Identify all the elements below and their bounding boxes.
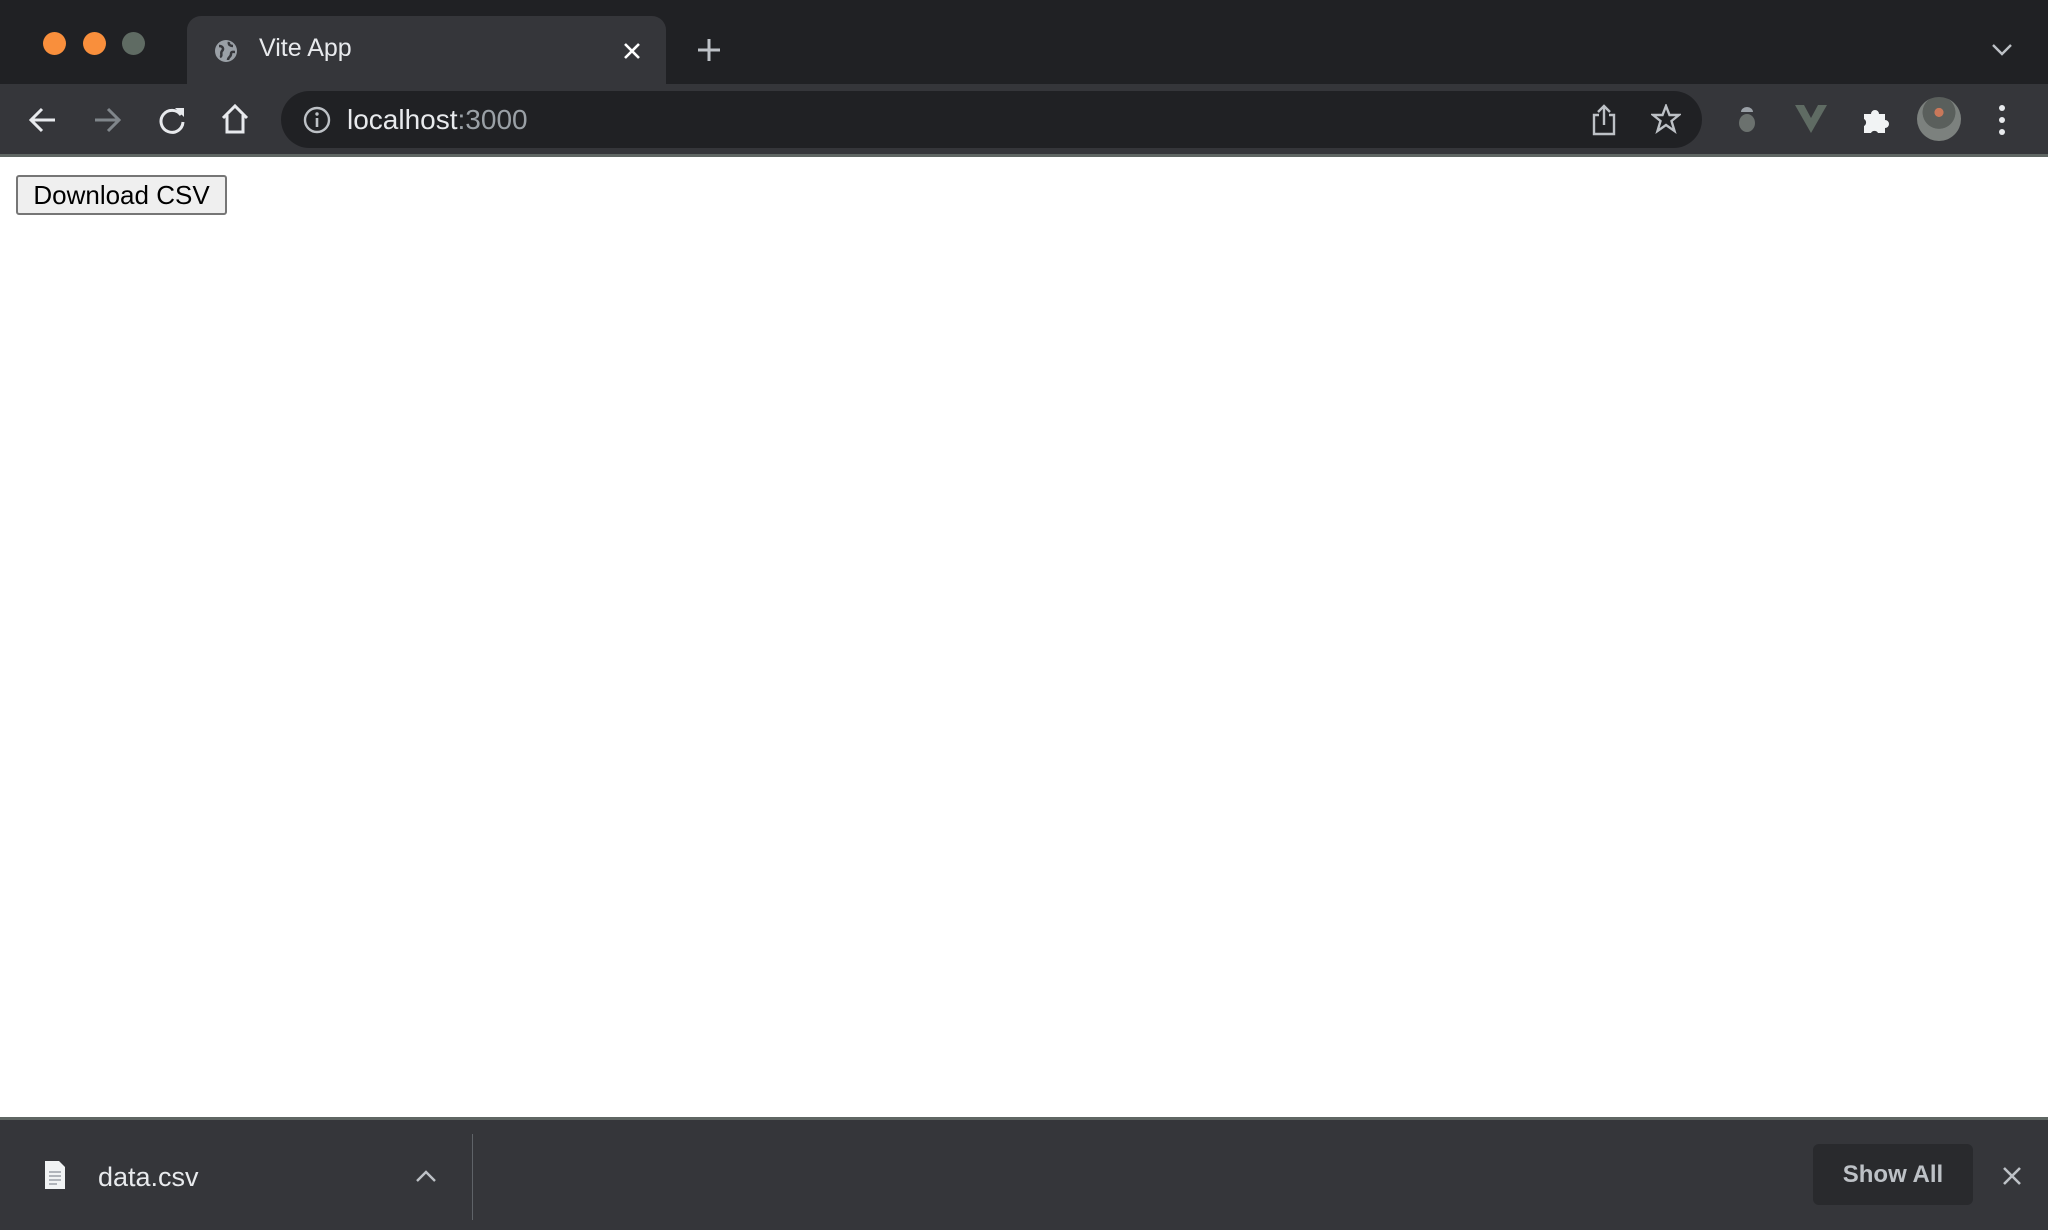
close-window-button[interactable] [43,32,66,55]
divider [472,1134,473,1220]
download-item[interactable]: data.csv [0,1120,472,1230]
share-icon[interactable] [1591,104,1617,136]
tab-title: Vite App [259,34,352,62]
download-shelf: data.csv Show All [0,1117,2048,1230]
vue-extension-icon[interactable] [1794,104,1828,134]
maximize-window-button[interactable] [122,32,145,55]
reload-icon[interactable] [157,105,187,135]
avatar[interactable] [1917,97,1961,141]
address-bar[interactable]: localhost:3000 [281,91,1702,148]
more-vert-icon[interactable] [1996,104,2008,136]
file-name: data.csv [98,1162,199,1192]
minimize-window-button[interactable] [83,32,106,55]
forward-arrow-icon[interactable] [93,106,121,134]
file-icon [45,1161,65,1189]
chevron-up-icon[interactable] [416,1170,436,1182]
new-tab-icon[interactable] [697,38,721,62]
toolbar: localhost:3000 [0,84,2048,157]
close-tab-icon[interactable] [623,42,641,60]
info-icon[interactable] [303,106,331,134]
bug-extension-icon[interactable] [1733,104,1761,134]
download-csv-button[interactable]: Download CSV [16,175,227,215]
tab-vite-app[interactable]: Vite App [187,16,666,84]
star-icon[interactable] [1651,104,1681,134]
close-shelf-icon[interactable] [2002,1166,2022,1186]
globe-icon [215,40,237,62]
chevron-down-icon[interactable] [1992,44,2012,56]
back-arrow-icon[interactable] [29,106,57,134]
tab-strip: Vite App [0,0,2048,84]
url-port: :3000 [457,104,528,135]
puzzle-icon[interactable] [1861,105,1891,135]
home-icon[interactable] [221,104,249,134]
show-all-button[interactable]: Show All [1813,1144,1973,1205]
url-host: localhost [347,104,458,135]
url-text[interactable]: localhost:3000 [347,104,528,136]
